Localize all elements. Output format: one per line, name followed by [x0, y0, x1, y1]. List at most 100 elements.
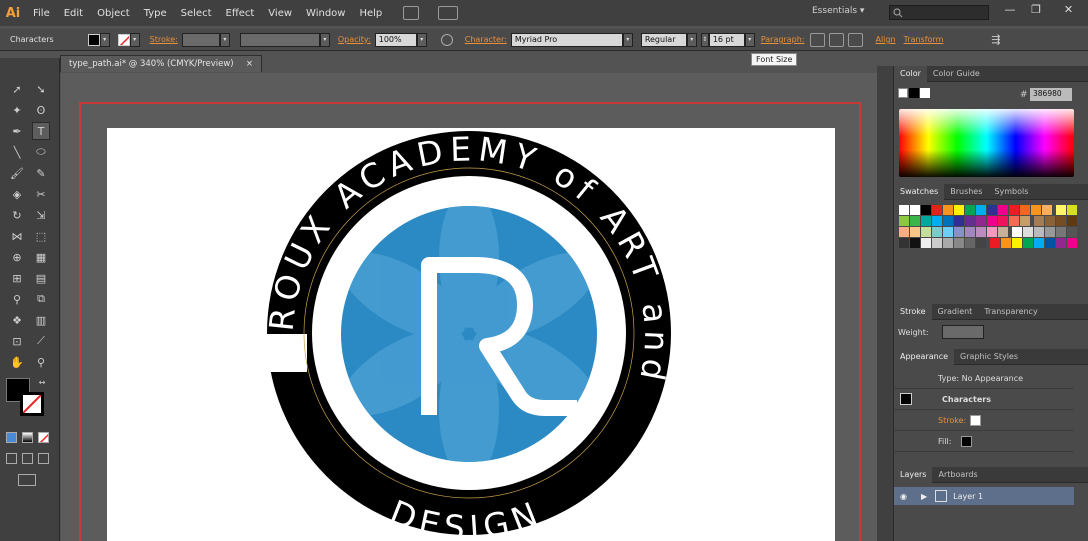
font-size-field[interactable]: 16 pt — [708, 32, 745, 47]
stroke-color-swatch[interactable] — [20, 392, 44, 416]
align-left-icon[interactable] — [810, 32, 826, 47]
layer-expand-icon[interactable]: ▶ — [921, 492, 927, 501]
minimize-icon[interactable]: — — [997, 0, 1023, 18]
panel-menu-icon[interactable]: ⇶ — [991, 33, 1000, 46]
pen-tool-icon[interactable]: ✒ — [8, 122, 26, 140]
font-family-dropdown-icon[interactable]: ▾ — [622, 32, 633, 47]
draw-inside-icon[interactable] — [38, 453, 49, 464]
panel-collapse-strip[interactable] — [877, 66, 893, 541]
tab-artboards[interactable]: Artboards — [932, 470, 983, 479]
scissors-tool-icon[interactable]: ✂ — [32, 185, 50, 203]
tab-gradient[interactable]: Gradient — [932, 307, 979, 316]
menu-type[interactable]: Type — [137, 8, 174, 19]
blob-brush-tool-icon[interactable]: ◈ — [8, 185, 26, 203]
ellipse-tool-icon[interactable]: ⬭ — [32, 143, 50, 161]
tab-graphic-styles[interactable]: Graphic Styles — [954, 352, 1024, 361]
variable-width-dropdown-icon[interactable]: ▾ — [319, 32, 330, 47]
draw-behind-icon[interactable] — [22, 453, 33, 464]
line-tool-icon[interactable]: ╲ — [8, 143, 26, 161]
character-label[interactable]: Character: — [465, 35, 507, 44]
gradient-mode-icon[interactable] — [22, 432, 33, 443]
document-tab[interactable]: type_path.ai* @ 340% (CMYK/Preview) × — [60, 55, 262, 72]
restore-icon[interactable]: ❐ — [1023, 0, 1049, 18]
gradient-tool-icon[interactable]: ▤ — [32, 269, 50, 287]
menu-object[interactable]: Object — [90, 8, 137, 19]
recolor-icon[interactable] — [440, 33, 453, 46]
color-white-swatch[interactable] — [920, 88, 930, 98]
stroke-weight-field[interactable] — [181, 32, 220, 47]
tab-swatches[interactable]: Swatches — [894, 183, 945, 200]
font-size-dropdown-icon[interactable]: ▾ — [744, 32, 755, 47]
visibility-eye-icon[interactable]: ◉ — [900, 492, 907, 501]
variable-width-field[interactable] — [239, 32, 320, 47]
fill-swatch[interactable] — [87, 33, 100, 46]
color-none-swatch[interactable] — [898, 88, 908, 98]
menu-window[interactable]: Window — [299, 8, 352, 19]
swatch-grid[interactable] — [899, 205, 1079, 249]
artboard[interactable]: ROUX ACADEMY of ART and DESIGN — [107, 128, 835, 541]
appearance-stroke-swatch[interactable] — [970, 414, 982, 426]
swap-colors-icon[interactable]: ↔ — [36, 376, 48, 388]
workspace-switcher[interactable]: Essentials ▾ — [812, 6, 864, 16]
paintbrush-tool-icon[interactable]: 🖌 — [8, 164, 26, 182]
shape-builder-tool-icon[interactable]: ⊕ — [8, 248, 26, 266]
hand-tool-icon[interactable]: ✋ — [8, 353, 26, 371]
direct-selection-tool-icon[interactable]: ➘ — [32, 80, 50, 98]
transform-label[interactable]: Transform — [904, 35, 944, 44]
none-mode-icon[interactable] — [38, 432, 49, 443]
draw-normal-icon[interactable] — [6, 453, 17, 464]
menu-select[interactable]: Select — [174, 8, 219, 19]
layer-row[interactable]: ◉ ▶ Layer 1 — [894, 487, 1074, 505]
color-mode-icon[interactable] — [6, 432, 17, 443]
tab-appearance[interactable]: Appearance — [894, 348, 955, 365]
color-black-swatch[interactable] — [909, 88, 919, 98]
graph-tool-icon[interactable]: ▥ — [32, 311, 50, 329]
align-center-icon[interactable] — [829, 32, 845, 47]
tab-layers[interactable]: Layers — [894, 466, 933, 483]
type-tool-icon[interactable]: T — [32, 122, 50, 140]
menu-edit[interactable]: Edit — [57, 8, 90, 19]
appearance-stroke-row[interactable]: Stroke: — [894, 410, 1074, 431]
pencil-tool-icon[interactable]: ✎ — [32, 164, 50, 182]
eyedropper-tool-icon[interactable]: ⚲ — [8, 290, 26, 308]
mesh-tool-icon[interactable]: ⊞ — [8, 269, 26, 287]
menu-effect[interactable]: Effect — [219, 8, 262, 19]
hex-value-field[interactable]: 386980 — [1030, 88, 1072, 101]
stroke-weight-input[interactable] — [942, 325, 984, 339]
font-family-field[interactable]: Myriad Pro — [510, 32, 623, 47]
symbol-sprayer-tool-icon[interactable]: ❖ — [8, 311, 26, 329]
stroke-weight-dropdown-icon[interactable]: ▾ — [219, 32, 230, 47]
appearance-characters-row[interactable]: Characters — [894, 389, 1074, 410]
roux-academy-logo[interactable]: ROUX ACADEMY of ART and DESIGN — [107, 128, 835, 541]
stroke-swatch[interactable] — [117, 33, 130, 46]
slice-tool-icon[interactable]: ⟋ — [32, 332, 50, 350]
align-label[interactable]: Align — [875, 35, 895, 44]
font-style-field[interactable]: Regular — [640, 32, 687, 47]
lasso-tool-icon[interactable]: ʘ — [32, 101, 50, 119]
font-style-dropdown-icon[interactable]: ▾ — [686, 32, 697, 47]
stroke-label[interactable]: Stroke: — [150, 35, 178, 44]
menu-view[interactable]: View — [261, 8, 299, 19]
appearance-fill-row[interactable]: Fill: — [894, 431, 1074, 452]
width-tool-icon[interactable]: ⋈ — [8, 227, 26, 245]
perspective-grid-tool-icon[interactable]: ▦ — [32, 248, 50, 266]
opacity-field[interactable]: 100% — [374, 32, 417, 47]
rotate-tool-icon[interactable]: ↻ — [8, 206, 26, 224]
color-spectrum[interactable] — [899, 109, 1074, 177]
fill-dropdown-icon[interactable]: ▾ — [99, 32, 110, 47]
canvas[interactable]: ROUX ACADEMY of ART and DESIGN — [61, 73, 877, 541]
appearance-fill-swatch[interactable] — [961, 435, 973, 447]
stroke-dropdown-icon[interactable]: ▾ — [129, 32, 140, 47]
menu-file[interactable]: File — [26, 8, 57, 19]
zoom-tool-icon[interactable]: ⚲ — [32, 353, 50, 371]
tab-stroke[interactable]: Stroke — [894, 303, 932, 320]
artboard-tool-icon[interactable]: ⊡ — [8, 332, 26, 350]
paragraph-label[interactable]: Paragraph: — [761, 35, 805, 44]
tab-brushes[interactable]: Brushes — [944, 187, 988, 196]
search-input[interactable] — [889, 5, 989, 20]
blend-tool-icon[interactable]: ⧉ — [32, 290, 50, 308]
screen-mode-icon[interactable] — [18, 474, 36, 486]
tab-color-guide[interactable]: Color Guide — [927, 69, 986, 78]
selection-tool-icon[interactable]: ➚ — [8, 80, 26, 98]
free-transform-tool-icon[interactable]: ⬚ — [32, 227, 50, 245]
